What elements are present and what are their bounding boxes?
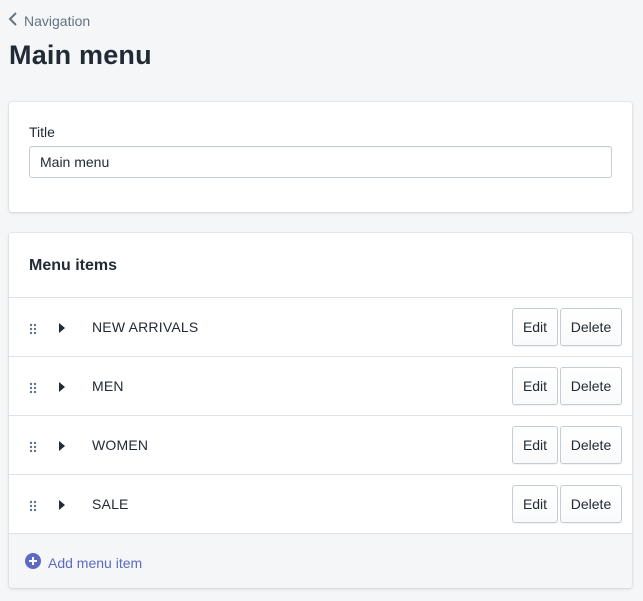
- delete-button[interactable]: Delete: [560, 426, 622, 464]
- breadcrumb[interactable]: Navigation: [8, 12, 90, 29]
- menu-items-list: NEW ARRIVALS Edit Delete MEN Edit Delete…: [9, 297, 632, 533]
- edit-button[interactable]: Edit: [512, 426, 558, 464]
- title-input[interactable]: [29, 146, 612, 178]
- menu-item-row: WOMEN Edit Delete: [9, 415, 632, 474]
- chevron-left-icon: [8, 12, 18, 29]
- add-menu-item-label: Add menu item: [48, 554, 143, 571]
- menu-item-label: MEN: [92, 378, 124, 394]
- menu-item-label: NEW ARRIVALS: [92, 319, 199, 335]
- add-menu-item-button[interactable]: Add menu item: [25, 553, 142, 572]
- delete-button[interactable]: Delete: [560, 308, 622, 346]
- caret-right-icon[interactable]: [57, 380, 67, 392]
- delete-button[interactable]: Delete: [560, 485, 622, 523]
- menu-item-row: SALE Edit Delete: [9, 474, 632, 533]
- page-title: Main menu: [9, 40, 152, 70]
- plus-circle-icon: [25, 553, 41, 572]
- caret-right-icon[interactable]: [57, 498, 67, 510]
- menu-item-label: SALE: [92, 496, 129, 512]
- menu-item-label: WOMEN: [92, 437, 149, 453]
- title-field-label: Title: [29, 124, 55, 140]
- breadcrumb-label: Navigation: [24, 12, 91, 29]
- menu-item-row: NEW ARRIVALS Edit Delete: [9, 297, 632, 356]
- menu-item-row: MEN Edit Delete: [9, 356, 632, 415]
- drag-handle-icon[interactable]: [29, 440, 37, 453]
- drag-handle-icon[interactable]: [29, 499, 37, 512]
- caret-right-icon[interactable]: [57, 321, 67, 333]
- delete-button[interactable]: Delete: [560, 367, 622, 405]
- caret-right-icon[interactable]: [57, 439, 67, 451]
- menu-items-heading: Menu items: [29, 257, 118, 274]
- drag-handle-icon[interactable]: [29, 381, 37, 394]
- menu-items-card: Menu items NEW ARRIVALS Edit Delete MEN …: [9, 233, 632, 588]
- edit-button[interactable]: Edit: [512, 485, 558, 523]
- edit-button[interactable]: Edit: [512, 308, 558, 346]
- drag-handle-icon[interactable]: [29, 322, 37, 335]
- edit-button[interactable]: Edit: [512, 367, 558, 405]
- title-card: Title: [9, 102, 632, 212]
- add-menu-item-footer: Add menu item: [9, 533, 632, 588]
